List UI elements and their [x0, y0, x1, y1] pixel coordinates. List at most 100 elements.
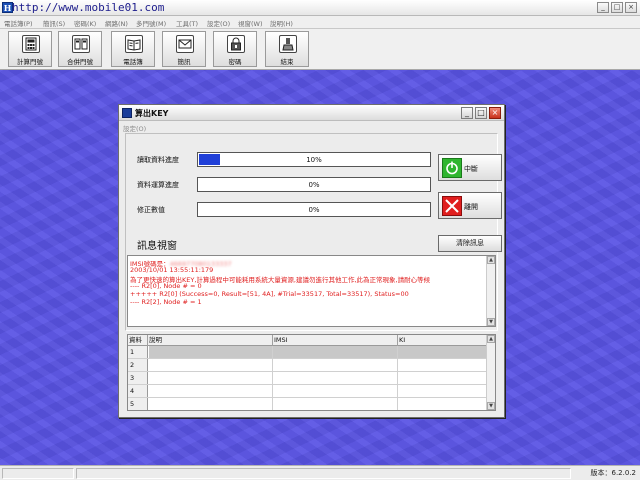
- minimize-button[interactable]: _: [597, 2, 609, 13]
- row-number: 1: [128, 346, 148, 358]
- status-pane: [76, 468, 571, 479]
- message-log[interactable]: IMSI號碼是：466977080133337 2003/10/01 13:55…: [127, 255, 496, 327]
- table-row[interactable]: 5: [128, 398, 488, 410]
- table-cell: [149, 346, 273, 358]
- grid-scroll-up-icon[interactable]: ▲: [487, 335, 495, 343]
- exit-button-label: 離開: [464, 203, 478, 211]
- tool-label: 計算門號: [17, 58, 43, 66]
- merge-icon: [72, 35, 90, 53]
- toolbar: 計算門號 合併門號 電話簿 簡訊 密碼 結束: [0, 29, 640, 70]
- cross-icon: [442, 196, 462, 216]
- dialog-app-icon: [122, 108, 132, 118]
- row-number: 4: [128, 385, 148, 397]
- correction-progress-label: 修正數值: [137, 206, 165, 214]
- column-header-ki[interactable]: KI: [398, 335, 488, 346]
- calculate-key-dialog: 算出KEY _ □ × 設定(O) 讀取資料進度 10% 資料運算進度 0% 修…: [118, 104, 505, 418]
- table-cell: [273, 398, 398, 410]
- dialog-menu-settings[interactable]: 設定(O): [123, 123, 146, 133]
- clear-messages-button[interactable]: 清除訊息: [438, 235, 502, 252]
- log-line: +++++ R2[0] (Success=0, Result=[51, 4A],…: [130, 290, 409, 298]
- merge-number-button[interactable]: 合併門號: [58, 31, 102, 67]
- phonebook-button[interactable]: 電話簿: [111, 31, 155, 67]
- tool-label: 密碼: [228, 58, 242, 66]
- grid-scrollbar[interactable]: ▲ ▼: [486, 335, 495, 410]
- version-text: 版本：6.2.0.2: [590, 469, 637, 477]
- menu-phonebook[interactable]: 電話簿(P): [4, 18, 33, 28]
- row-number: 3: [128, 372, 148, 384]
- app-titlebar: H http://www.mobile01.com _ □ ×: [0, 0, 640, 16]
- grid-header: 資料 說明 IMSI KI: [128, 335, 488, 346]
- table-cell: [273, 359, 398, 371]
- table-cell: [273, 346, 398, 358]
- tool-label: 合併門號: [67, 58, 93, 66]
- message-window-label: 訊息視窗: [137, 241, 177, 252]
- stop-button[interactable]: 中斷: [438, 154, 502, 181]
- menubar: 電話簿(P) 簡訊(S) 密碼(K) 網路(N) 多門號(M) 工具(T) 設定…: [0, 16, 640, 29]
- column-header-imsi[interactable]: IMSI: [273, 335, 398, 346]
- grid-scroll-down-icon[interactable]: ▼: [487, 402, 495, 410]
- maximize-button[interactable]: □: [611, 2, 623, 13]
- read-progress-bar: 10%: [197, 152, 431, 167]
- log-scroll-down-icon[interactable]: ▼: [487, 318, 495, 326]
- lock-icon: [227, 35, 245, 53]
- data-grid: 資料 說明 IMSI KI 1 2 3 4 5 ▲ ▼: [127, 334, 496, 411]
- table-cell: [149, 398, 273, 410]
- tool-label: 電話簿: [123, 58, 143, 66]
- column-header-description[interactable]: 說明: [148, 335, 273, 346]
- table-row[interactable]: 2: [128, 359, 488, 372]
- exit-button[interactable]: 離開: [438, 192, 502, 219]
- menu-password[interactable]: 密碼(K): [74, 18, 96, 28]
- menu-sms[interactable]: 簡訊(S): [43, 18, 65, 28]
- row-number: 2: [128, 359, 148, 371]
- column-header-data[interactable]: 資料: [128, 335, 148, 346]
- compute-progress-bar: 0%: [197, 177, 431, 192]
- menu-help[interactable]: 說明(H): [270, 18, 293, 28]
- stop-button-label: 中斷: [464, 165, 478, 173]
- table-cell: [149, 385, 273, 397]
- calculate-number-button[interactable]: 計算門號: [8, 31, 52, 67]
- row-number: 5: [128, 398, 148, 410]
- dialog-maximize-button[interactable]: □: [475, 107, 487, 119]
- dialog-close-button[interactable]: ×: [489, 107, 501, 119]
- menu-network[interactable]: 網路(N): [105, 18, 128, 28]
- correction-progress-text: 0%: [308, 206, 320, 214]
- log-line: 2003/10/01 13:55:11:179: [130, 266, 214, 274]
- read-progress-text: 10%: [306, 156, 322, 164]
- exit-icon: [279, 35, 297, 53]
- log-scroll-up-icon[interactable]: ▲: [487, 256, 495, 264]
- status-pane: [2, 468, 74, 479]
- table-cell: [398, 346, 488, 358]
- table-cell: [273, 372, 398, 384]
- menu-tools[interactable]: 工具(T): [176, 18, 198, 28]
- correction-progress-bar: 0%: [197, 202, 431, 217]
- tool-label: 簡訊: [177, 58, 191, 66]
- table-row[interactable]: 1: [128, 346, 488, 359]
- sms-button[interactable]: 簡訊: [162, 31, 206, 67]
- table-cell: [273, 385, 398, 397]
- menu-window[interactable]: 視窗(W): [238, 18, 263, 28]
- compute-progress-label: 資料運算進度: [137, 181, 179, 189]
- statusbar: 版本：6.2.0.2: [0, 465, 640, 480]
- exit-app-button[interactable]: 結束: [265, 31, 309, 67]
- dialog-minimize-button[interactable]: _: [461, 107, 473, 119]
- log-line: ---- R2[0], Node # = 0: [130, 282, 202, 290]
- log-line: ---- R2[2], Node # = 1: [130, 298, 202, 306]
- table-cell: [149, 359, 273, 371]
- envelope-icon: [176, 35, 194, 53]
- dialog-titlebar: 算出KEY _ □ ×: [119, 105, 504, 121]
- dialog-title: 算出KEY: [135, 109, 169, 118]
- read-progress-label: 讀取資料進度: [137, 156, 179, 164]
- power-icon: [442, 158, 462, 178]
- log-scrollbar[interactable]: ▲ ▼: [486, 256, 495, 326]
- tool-label: 結束: [280, 58, 294, 66]
- password-button[interactable]: 密碼: [213, 31, 257, 67]
- app-title: http://www.mobile01.com: [12, 1, 165, 14]
- menu-multi-number[interactable]: 多門號(M): [136, 18, 166, 28]
- table-cell: [149, 372, 273, 384]
- table-row[interactable]: 3: [128, 372, 488, 385]
- calculator-icon: [22, 35, 40, 53]
- close-button[interactable]: ×: [625, 2, 637, 13]
- menu-settings[interactable]: 設定(O): [207, 18, 230, 28]
- table-row[interactable]: 4: [128, 385, 488, 398]
- compute-progress-text: 0%: [308, 181, 320, 189]
